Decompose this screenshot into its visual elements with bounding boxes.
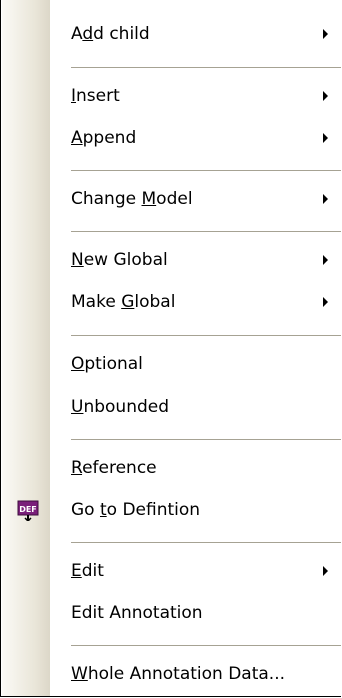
menu-item-whole-annotation-data[interactable]: Whole Annotation Data... — [51, 650, 341, 698]
menu-item-label: Edit Annotation — [71, 603, 203, 623]
menu-item-label: Unbounded — [71, 397, 170, 417]
menu-item-label: Edit — [71, 561, 104, 581]
submenu-arrow-icon — [323, 133, 328, 143]
submenu-arrow-icon — [323, 297, 328, 307]
submenu-arrow-icon — [323, 194, 328, 204]
menu-item-optional[interactable]: Optional — [51, 340, 341, 388]
menu-item-go-to-definition[interactable]: Go to Defintion — [51, 486, 341, 534]
menu-item-label: Reference — [71, 458, 157, 478]
submenu-arrow-icon — [323, 91, 328, 101]
menu-item-edit-annotation[interactable]: Edit Annotation — [51, 589, 341, 637]
menu-item-reference[interactable]: Reference — [51, 444, 341, 492]
menu-item-make-global[interactable]: Make Global — [51, 278, 341, 326]
menu-item-new-global[interactable]: New Global — [51, 236, 341, 284]
menu-item-append[interactable]: Append — [51, 114, 341, 162]
def-goto-icon: DEF — [17, 500, 39, 521]
menu-icon-gutter — [2, 0, 50, 696]
menu-separator — [71, 67, 341, 69]
menu-item-insert[interactable]: Insert — [51, 72, 341, 120]
menu-separator — [71, 335, 341, 337]
submenu-arrow-icon — [323, 566, 328, 576]
menu-separator — [71, 542, 341, 544]
menu-separator — [71, 170, 341, 172]
menu-item-unbounded[interactable]: Unbounded — [51, 383, 341, 431]
menu-separator — [71, 439, 341, 441]
menu-item-label: Whole Annotation Data... — [71, 664, 286, 684]
menu-item-label: Add child — [71, 24, 150, 44]
menu-item-edit[interactable]: Edit — [51, 547, 341, 595]
menu-item-label: New Global — [71, 250, 168, 270]
menu-item-change-model[interactable]: Change Model — [51, 175, 341, 223]
menu-item-add-child[interactable]: Add child — [51, 10, 341, 58]
menu-item-label: Optional — [71, 354, 143, 374]
menu-item-label: Go to Defintion — [71, 500, 201, 520]
menu-separator — [71, 645, 341, 647]
menu-item-label: Append — [71, 128, 137, 148]
svg-text:DEF: DEF — [19, 505, 37, 514]
context-menu: Add child Insert Append Change Model New… — [0, 0, 341, 697]
submenu-arrow-icon — [323, 29, 328, 39]
menu-item-label: Change Model — [71, 189, 193, 209]
menu-separator — [71, 231, 341, 233]
submenu-arrow-icon — [323, 255, 328, 265]
menu-item-label: Insert — [71, 86, 120, 106]
menu-item-label: Make Global — [71, 292, 176, 312]
